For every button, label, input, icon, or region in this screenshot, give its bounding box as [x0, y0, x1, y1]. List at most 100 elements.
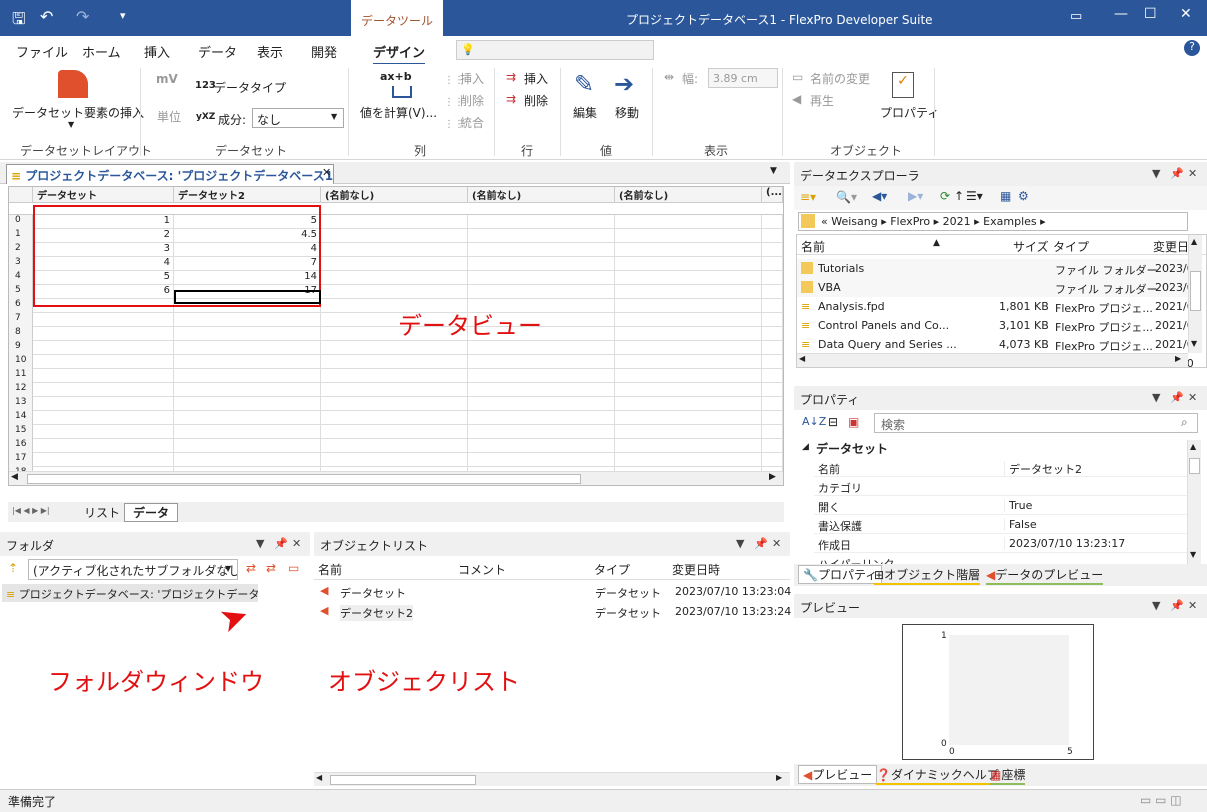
table-cell[interactable] — [174, 327, 321, 341]
vscroll-thumb[interactable] — [1189, 458, 1200, 474]
table-cell[interactable] — [174, 383, 321, 397]
table-cell[interactable] — [468, 411, 615, 425]
scroll-up-icon[interactable]: ▲ — [1190, 442, 1196, 451]
sheet-hscroll[interactable]: ◀ ▶ — [9, 471, 783, 485]
folder-item-root[interactable]: ≡ プロジェクトデータベース: 'プロジェクトデータベース1' — [2, 584, 258, 602]
table-cell[interactable] — [762, 299, 783, 313]
ribbon-display-icon[interactable]: ▭ — [1070, 9, 1082, 24]
table-cell[interactable] — [468, 369, 615, 383]
table-cell[interactable] — [762, 327, 783, 341]
folder-new-icon[interactable]: ▭ — [288, 561, 299, 575]
table-cell[interactable] — [762, 257, 783, 271]
refresh-icon[interactable]: ⟳ — [940, 189, 950, 203]
tab-coordinates[interactable]: ▦座標 — [990, 766, 1026, 785]
table-cell[interactable] — [762, 439, 783, 453]
table-row[interactable]: 7 — [9, 313, 783, 327]
table-cell[interactable] — [468, 257, 615, 271]
table-cell[interactable] — [762, 425, 783, 439]
column-header-6[interactable]: (... — [762, 187, 783, 203]
table-cell[interactable] — [615, 327, 762, 341]
table-cell[interactable] — [33, 439, 174, 453]
back-icon[interactable]: ◀▾ — [872, 189, 887, 203]
dataview-menu-icon[interactable]: ▼ — [770, 166, 777, 176]
undo-icon[interactable]: ↶ — [40, 7, 53, 26]
explorer-col-name[interactable]: 名前 — [801, 238, 825, 255]
table-row[interactable]: 17 — [9, 453, 783, 467]
table-cell[interactable] — [762, 383, 783, 397]
property-row[interactable]: 開く True — [814, 496, 1187, 515]
table-cell[interactable] — [321, 229, 468, 243]
list-item[interactable]: VBA ファイル フォルダー 2023/0 — [797, 278, 1194, 297]
scroll-left-icon[interactable]: ◀ — [11, 472, 18, 482]
menu-home[interactable]: ホーム — [82, 42, 121, 61]
up-icon[interactable]: ↑ — [954, 189, 964, 203]
menu-dev[interactable]: 開発 — [311, 42, 337, 61]
table-cell[interactable] — [321, 411, 468, 425]
menu-design[interactable]: デザイン — [373, 42, 426, 65]
table-cell[interactable] — [174, 453, 321, 467]
table-cell[interactable] — [615, 229, 762, 243]
rename-button[interactable]: 名前の変更 — [810, 70, 870, 87]
property-row[interactable]: 書込保護 False — [814, 515, 1187, 534]
table-cell[interactable] — [615, 285, 762, 299]
forward-icon[interactable]: ▶▾ — [908, 189, 923, 203]
list-item[interactable]: ◀ データセット データセット 2023/07/10 13:23:04 — [314, 582, 791, 601]
folder-pin-icon[interactable]: 📌 — [274, 537, 288, 550]
customize-icon[interactable]: ▾ — [120, 9, 126, 22]
objlist-col-comment[interactable]: コメント — [458, 561, 506, 578]
table-cell[interactable] — [33, 425, 174, 439]
menu-view[interactable]: 表示 — [257, 42, 283, 61]
properties-vscroll[interactable]: ▲ ▼ — [1187, 440, 1201, 564]
explorer-col-size[interactable]: サイズ — [1013, 238, 1049, 255]
table-cell[interactable] — [762, 453, 783, 467]
list-item[interactable]: ≡ Analysis.fpd 1,801 KB FlexPro プロジェ... 2021… — [797, 297, 1194, 316]
list-item[interactable]: Tutorials ファイル フォルダー 2023/0 — [797, 259, 1194, 278]
table-cell[interactable] — [762, 243, 783, 257]
menu-insert[interactable]: 挿入 — [144, 42, 170, 61]
column-header-2[interactable]: データセット2 — [174, 187, 321, 203]
table-cell[interactable] — [174, 341, 321, 355]
scroll-left-icon[interactable]: ◀ — [799, 354, 805, 363]
table-cell[interactable] — [615, 257, 762, 271]
objlist-col-name[interactable]: 名前 — [318, 561, 342, 578]
table-cell[interactable] — [615, 439, 762, 453]
table-cell[interactable] — [174, 313, 321, 327]
move-button[interactable]: 移動 — [615, 104, 639, 121]
table-cell[interactable] — [33, 327, 174, 341]
table-cell[interactable] — [615, 299, 762, 313]
objlist-pin-icon[interactable]: 📌 — [754, 537, 768, 550]
property-value[interactable]: データセット2 — [1004, 461, 1082, 477]
collapse-icon[interactable]: ◢ — [802, 442, 809, 452]
table-cell[interactable] — [174, 397, 321, 411]
search-icon[interactable]: ⌕ — [1181, 415, 1188, 430]
property-value[interactable]: False — [1004, 518, 1037, 531]
table-cell[interactable] — [468, 425, 615, 439]
table-cell[interactable] — [321, 453, 468, 467]
table-cell[interactable] — [762, 355, 783, 369]
property-row[interactable]: 名前 データセット2 — [814, 458, 1187, 477]
explorer-list[interactable]: 名前 ▲ サイズ タイプ 変更日 Tutorials ファイル フォルダー 2023… — [796, 234, 1207, 368]
categorize-icon[interactable]: ⊟ — [828, 415, 838, 429]
properties-button[interactable]: プロパティ — [880, 104, 939, 121]
table-cell[interactable] — [762, 411, 783, 425]
vscroll-thumb[interactable] — [1190, 271, 1201, 311]
data-sheet[interactable]: データセット データセット2 (名前なし) (名前なし) (名前なし) (...… — [8, 186, 784, 486]
table-cell[interactable] — [468, 215, 615, 229]
column-header-4[interactable]: (名前なし) — [468, 187, 615, 203]
unit-button[interactable]: 単位 — [157, 108, 181, 125]
table-cell[interactable] — [33, 453, 174, 467]
table-cell[interactable] — [615, 215, 762, 229]
table-cell[interactable] — [762, 341, 783, 355]
column-header-5[interactable]: (名前なし) — [615, 187, 762, 203]
insert-element-button[interactable]: データセット要素の挿入 — [12, 104, 144, 121]
replay-button[interactable]: 再生 — [810, 92, 834, 109]
scroll-down-icon[interactable]: ▼ — [1191, 339, 1197, 348]
calc-value-button[interactable]: 値を計算(V)... — [360, 104, 437, 121]
explorer-path[interactable]: « Weisang ▸ FlexPro ▸ 2021 ▸ Examples ▸ — [798, 212, 1188, 231]
table-cell[interactable] — [615, 397, 762, 411]
calculator-icon[interactable]: ▦ — [1000, 189, 1011, 203]
explorer-pin-icon[interactable]: 📌 — [1170, 167, 1184, 180]
width-input[interactable]: 3.89 cm — [708, 68, 778, 88]
tab-close-icon[interactable]: ✕ — [322, 166, 331, 179]
table-cell[interactable] — [321, 271, 468, 285]
